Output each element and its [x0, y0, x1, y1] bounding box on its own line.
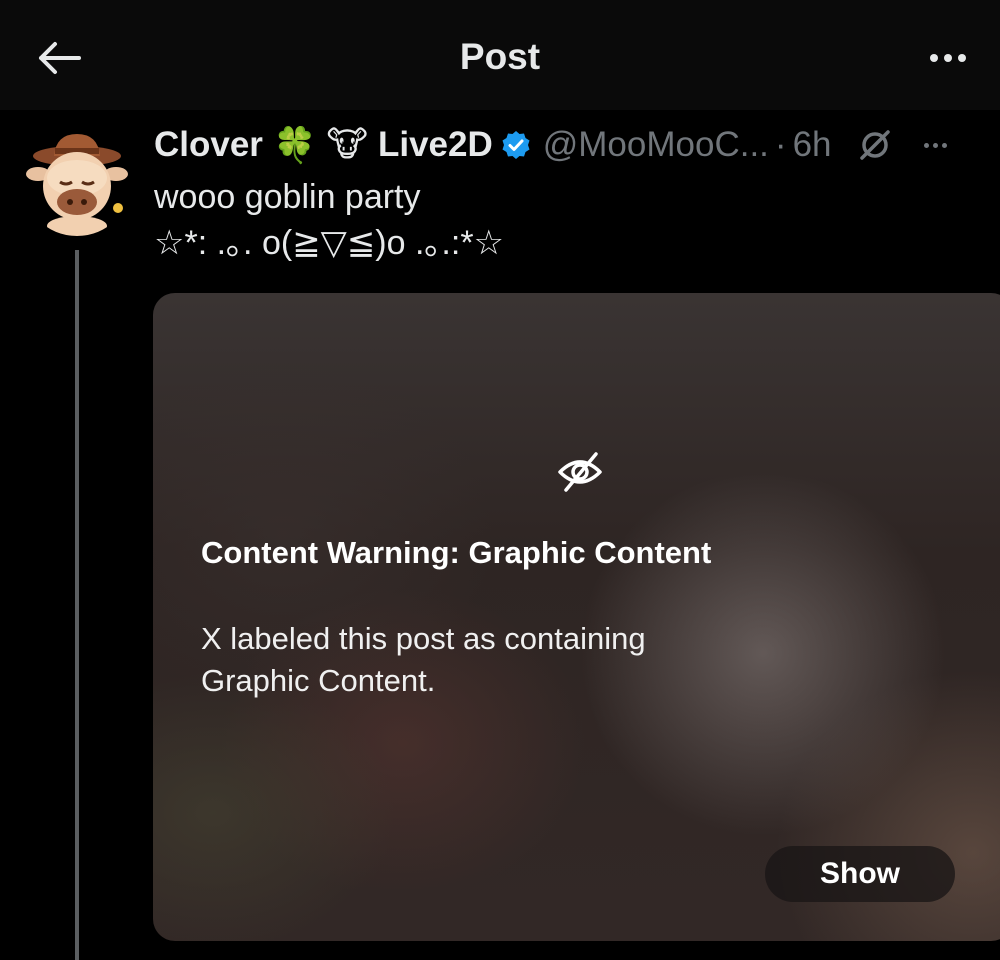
page-title: Post — [459, 36, 541, 77]
thread-line — [75, 250, 79, 960]
more-horizontal-icon — [923, 142, 929, 148]
grok-icon[interactable] — [858, 128, 892, 162]
top-app-bar: Post — [0, 0, 1000, 110]
post-text-line1: wooo goblin party — [154, 178, 421, 216]
user-handle[interactable]: @MooMooC... — [543, 125, 769, 165]
warning-body: X labeled this post as containing Graphi… — [201, 621, 646, 698]
post-more-button[interactable] — [922, 142, 949, 148]
more-horizontal-icon — [930, 54, 938, 62]
post-text-line2: ☆*: .｡. o(≧▽≦)o .｡.:*☆ — [154, 224, 505, 262]
cow-emoji: 🐮 — [326, 125, 368, 164]
avatar-image — [22, 126, 132, 236]
separator: · — [774, 125, 787, 164]
post-text: wooo goblin party ☆*: .｡. o(≧▽≦)o .｡.:*☆ — [154, 174, 504, 266]
media-content-warning[interactable]: Content Warning: Graphic Content X label… — [153, 293, 1000, 941]
show-button[interactable]: Show — [765, 846, 955, 902]
more-options-button[interactable] — [922, 44, 974, 72]
eye-slash-icon — [558, 452, 602, 492]
post-header: Clover 🍀 🐮 Live2D @MooMooC... · 6h — [154, 122, 1000, 168]
warning-title: Content Warning: Graphic Content — [201, 535, 712, 570]
display-name-part2[interactable]: Live2D — [378, 125, 493, 165]
post-time[interactable]: 6h — [793, 125, 832, 165]
clover-emoji: 🍀 — [272, 125, 317, 165]
avatar[interactable] — [22, 126, 132, 236]
display-name-part1[interactable]: Clover — [154, 125, 263, 165]
verified-badge-icon — [501, 130, 531, 160]
